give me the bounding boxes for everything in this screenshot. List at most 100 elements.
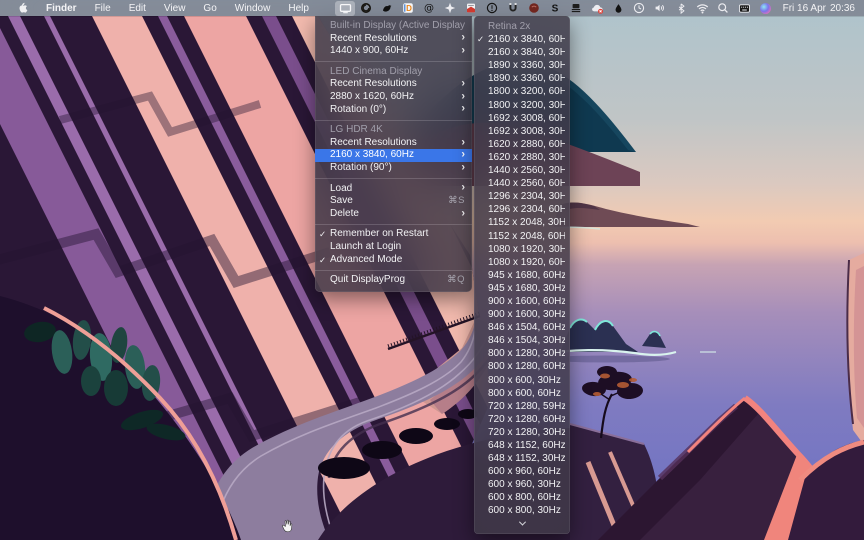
volume-icon[interactable]	[650, 1, 670, 16]
input-menu-icon[interactable]	[734, 1, 754, 16]
menu-item-rotation-0[interactable]: Rotation (0°)›	[315, 104, 472, 117]
bird-icon[interactable]	[377, 1, 397, 16]
resolution-item-1692-x-3008-30hz[interactable]: 1692 x 3008, 30Hz	[474, 125, 570, 138]
display-icon[interactable]	[335, 1, 355, 16]
menu-item-recent-resolutions[interactable]: Recent Resolutions›	[315, 137, 472, 150]
siri-icon[interactable]	[755, 1, 775, 16]
printer-icon[interactable]	[566, 1, 586, 16]
menubar-menu-edit[interactable]: Edit	[120, 3, 155, 14]
resolution-item-800-x-1280-60hz[interactable]: 800 x 1280, 60Hz	[474, 360, 570, 373]
resolution-item-648-x-1152-30hz[interactable]: 648 x 1152, 30Hz	[474, 452, 570, 465]
resolution-item-2160-x-3840-60hz[interactable]: ✓2160 x 3840, 60Hz	[474, 33, 570, 46]
menubar-menu-window[interactable]: Window	[226, 3, 280, 14]
resolution-item-945-x-1680-60hz[interactable]: 945 x 1680, 60Hz	[474, 269, 570, 282]
resolution-item-648-x-1152-60hz[interactable]: 648 x 1152, 60Hz	[474, 439, 570, 452]
magnet-icon[interactable]	[503, 1, 523, 16]
menubar-menu-view[interactable]: View	[155, 3, 195, 14]
checkmark-icon: ✓	[477, 33, 484, 46]
resolution-item-900-x-1600-30hz[interactable]: 900 x 1600, 30Hz	[474, 308, 570, 321]
compass-icon[interactable]	[440, 1, 460, 16]
resolution-item-1440-x-2560-60hz[interactable]: 1440 x 2560, 60Hz	[474, 177, 570, 190]
checkmark-icon: ✓	[319, 254, 326, 267]
menu-bar: FinderFileEditViewGoWindowHelp D @ S Fri 1…	[0, 0, 864, 16]
menubar-menu-help[interactable]: Help	[279, 3, 318, 14]
resolution-item-1692-x-3008-60hz[interactable]: 1692 x 3008, 60Hz	[474, 112, 570, 125]
menu-item-load[interactable]: Load›	[315, 183, 472, 196]
submenu-header-retina-2x: Retina 2x	[474, 20, 570, 33]
apple-menu[interactable]	[10, 0, 37, 16]
resolution-item-1080-x-1920-60hz[interactable]: 1080 x 1920, 60Hz	[474, 256, 570, 269]
menu-item-remember-on-restart[interactable]: ✓Remember on Restart	[315, 228, 472, 241]
swirl-icon[interactable]	[356, 1, 376, 16]
resolution-item-1080-x-1920-30hz[interactable]: 1080 x 1920, 30Hz	[474, 243, 570, 256]
submenu-arrow-icon: ›	[461, 91, 465, 102]
menu-item-save[interactable]: Save⌘S	[315, 195, 472, 208]
resolution-item-800-x-1280-30hz[interactable]: 800 x 1280, 30Hz	[474, 347, 570, 360]
resolution-item-1890-x-3360-30hz[interactable]: 1890 x 3360, 30Hz	[474, 59, 570, 72]
alert-icon[interactable]	[482, 1, 502, 16]
notebook-icon[interactable]	[461, 1, 481, 16]
menu-item-recent-resolutions[interactable]: Recent Resolutions›	[315, 78, 472, 91]
resolution-item-1800-x-3200-30hz[interactable]: 1800 x 3200, 30Hz	[474, 99, 570, 112]
resolution-item-846-x-1504-30hz[interactable]: 846 x 1504, 30Hz	[474, 334, 570, 347]
bluetooth-icon[interactable]	[671, 1, 691, 16]
svg-text:@: @	[424, 3, 434, 14]
menu-item-2160-x-3840-60hz[interactable]: 2160 x 3840, 60Hz›	[315, 149, 472, 162]
menu-item-advanced-mode[interactable]: ✓Advanced Mode	[315, 254, 472, 267]
resolution-item-600-x-960-60hz[interactable]: 600 x 960, 60Hz	[474, 465, 570, 478]
resolution-item-846-x-1504-60hz[interactable]: 846 x 1504, 60Hz	[474, 321, 570, 334]
resolution-item-600-x-960-30hz[interactable]: 600 x 960, 30Hz	[474, 478, 570, 491]
resolution-item-1890-x-3360-60hz[interactable]: 1890 x 3360, 60Hz	[474, 72, 570, 85]
menu-item-2880-x-1620-60hz[interactable]: 2880 x 1620, 60Hz›	[315, 91, 472, 104]
menu-bar-clock[interactable]: 20:36	[830, 3, 855, 14]
resolution-item-720-x-1280-60hz[interactable]: 720 x 1280, 60Hz	[474, 413, 570, 426]
menu-separator	[315, 61, 472, 62]
resolution-item-1440-x-2560-30hz[interactable]: 1440 x 2560, 30Hz	[474, 164, 570, 177]
menu-item-quit-displayprog[interactable]: Quit DisplayProg⌘Q	[315, 274, 472, 287]
menu-item-rotation-90[interactable]: Rotation (90°)›	[315, 162, 472, 175]
menu-bar-date[interactable]: Fri 16 Apr	[783, 3, 826, 14]
search-icon[interactable]	[713, 1, 733, 16]
menu-header-built-in-display-active-display: Built-in Display (Active Display)	[315, 20, 472, 33]
resolution-item-720-x-1280-30hz[interactable]: 720 x 1280, 30Hz	[474, 426, 570, 439]
resolution-item-800-x-600-60hz[interactable]: 800 x 600, 60Hz	[474, 387, 570, 400]
submenu-arrow-icon: ›	[461, 183, 465, 194]
s-app-icon[interactable]: S	[545, 1, 565, 16]
d-app-icon[interactable]: D	[398, 1, 418, 16]
menu-item-1440-x-900-60hz[interactable]: 1440 x 900, 60Hz›	[315, 45, 472, 58]
wifi-icon[interactable]	[692, 1, 712, 16]
menu-item-delete[interactable]: Delete›	[315, 208, 472, 221]
resolution-item-1296-x-2304-60hz[interactable]: 1296 x 2304, 60Hz	[474, 203, 570, 216]
red-app-icon[interactable]	[524, 1, 544, 16]
resolution-item-900-x-1600-60hz[interactable]: 900 x 1600, 60Hz	[474, 295, 570, 308]
resolution-item-1296-x-2304-30hz[interactable]: 1296 x 2304, 30Hz	[474, 190, 570, 203]
scroll-down-indicator[interactable]	[474, 518, 570, 529]
menubar-menu-go[interactable]: Go	[194, 3, 225, 14]
displayprog-menu: Built-in Display (Active Display)Recent …	[315, 16, 472, 292]
resolution-item-1620-x-2880-30hz[interactable]: 1620 x 2880, 30Hz	[474, 151, 570, 164]
keyboard-shortcut: ⌘Q	[447, 274, 465, 287]
submenu-arrow-icon: ›	[461, 104, 465, 115]
resolution-item-1152-x-2048-30hz[interactable]: 1152 x 2048, 30Hz	[474, 216, 570, 229]
resolution-item-1620-x-2880-60hz[interactable]: 1620 x 2880, 60Hz	[474, 138, 570, 151]
chevron-down-icon	[518, 518, 525, 525]
resolution-item-2160-x-3840-30hz[interactable]: 2160 x 3840, 30Hz	[474, 46, 570, 59]
at-sign-icon[interactable]: @	[419, 1, 439, 16]
cloud-offline-icon[interactable]	[587, 1, 607, 16]
droplet-icon[interactable]	[608, 1, 628, 16]
menu-bar-status-area: D @ S Fri 16 Apr 20:36	[335, 0, 864, 16]
menu-item-recent-resolutions[interactable]: Recent Resolutions›	[315, 33, 472, 46]
menubar-menu-file[interactable]: File	[86, 3, 120, 14]
resolution-item-720-x-1280-59hz[interactable]: 720 x 1280, 59Hz	[474, 400, 570, 413]
menu-header-led-cinema-display: LED Cinema Display	[315, 66, 472, 79]
menubar-menu-finder[interactable]: Finder	[37, 3, 86, 14]
resolution-item-945-x-1680-30hz[interactable]: 945 x 1680, 30Hz	[474, 282, 570, 295]
checkmark-icon: ✓	[319, 228, 326, 241]
resolution-item-600-x-800-30hz[interactable]: 600 x 800, 30Hz	[474, 504, 570, 517]
resolution-item-600-x-800-60hz[interactable]: 600 x 800, 60Hz	[474, 491, 570, 504]
menu-item-launch-at-login[interactable]: Launch at Login	[315, 241, 472, 254]
resolution-item-800-x-600-30hz[interactable]: 800 x 600, 30Hz	[474, 374, 570, 387]
resolution-item-1800-x-3200-60hz[interactable]: 1800 x 3200, 60Hz	[474, 85, 570, 98]
clock-icon[interactable]	[629, 1, 649, 16]
resolution-item-1152-x-2048-60hz[interactable]: 1152 x 2048, 60Hz	[474, 230, 570, 243]
